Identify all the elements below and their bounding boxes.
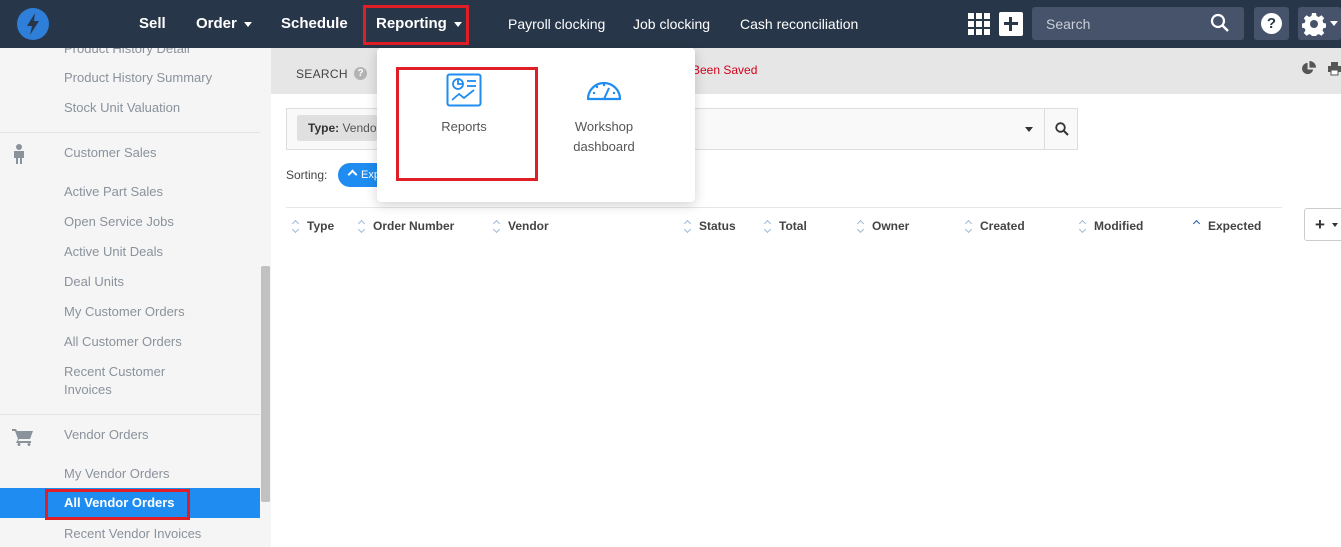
plus-icon: +: [1315, 215, 1325, 234]
filter-chip-type[interactable]: Type: Vendor: [297, 115, 377, 141]
column-header-owner[interactable]: Owner: [872, 219, 909, 233]
reporting-highlight-box: [363, 5, 469, 45]
nav-sell[interactable]: Sell: [139, 0, 166, 48]
top-navigation-bar: Sell Order Schedule Reporting Payroll cl…: [0, 0, 1341, 48]
sidebar-divider: [0, 132, 260, 133]
global-search: [1032, 7, 1244, 40]
filter-search-button[interactable]: [1044, 109, 1078, 149]
menu-item-label: dashboard: [573, 139, 635, 154]
sidebar-item-product-history-summary[interactable]: Product History Summary: [64, 70, 212, 85]
column-header-type[interactable]: Type: [307, 219, 334, 233]
sidebar-divider: [0, 414, 260, 415]
reports-highlight-box: [396, 67, 538, 181]
chevron-down-icon: [1330, 21, 1338, 26]
sidebar-item-recent-customer-invoices[interactable]: Recent Customer: [64, 364, 165, 379]
help-icon: ?: [1261, 13, 1282, 34]
app-logo-icon[interactable]: [17, 8, 49, 40]
sort-arrows-icon: [964, 218, 974, 234]
chevron-down-icon: [1332, 223, 1338, 227]
search-icon: [1055, 122, 1069, 136]
sidebar-item-recent-vendor-invoices[interactable]: Recent Vendor Invoices: [64, 526, 201, 541]
sidebar-item-deal-units[interactable]: Deal Units: [64, 274, 124, 289]
sort-ascending-icon: [1192, 218, 1202, 234]
sidebar-item-active-unit-deals[interactable]: Active Unit Deals: [64, 244, 163, 259]
chevron-down-icon: [243, 21, 252, 27]
cart-icon: [12, 429, 33, 446]
column-header-created[interactable]: Created: [980, 219, 1025, 233]
sort-arrows-icon: [291, 218, 301, 234]
add-column-button[interactable]: +: [1304, 208, 1341, 241]
column-header-expected[interactable]: Expected: [1208, 219, 1261, 233]
menu-item-workshop-dashboard[interactable]: Workshop dashboard: [539, 73, 669, 157]
sidebar-section-customer-sales[interactable]: Customer Sales: [64, 145, 156, 160]
sidebar: Product History Detail Product History S…: [0, 48, 271, 547]
pie-chart-icon[interactable]: [1301, 61, 1316, 76]
sidebar-item-recent-customer-invoices-line2[interactable]: Invoices: [64, 382, 112, 397]
search-label: SEARCH: [296, 67, 348, 81]
person-icon: [14, 144, 24, 164]
sidebar-item-active-part-sales[interactable]: Active Part Sales: [64, 184, 163, 199]
column-header-order-number[interactable]: Order Number: [373, 219, 454, 233]
sort-arrows-icon: [683, 218, 693, 234]
sidebar-item-my-vendor-orders[interactable]: My Vendor Orders: [64, 466, 170, 481]
sorting-label: Sorting:: [286, 168, 328, 182]
gear-icon: [1302, 13, 1326, 36]
add-icon[interactable]: [999, 12, 1023, 36]
dashboard-gauge-icon: [586, 81, 622, 101]
help-button[interactable]: ?: [1254, 7, 1289, 40]
sidebar-item-all-customer-orders[interactable]: All Customer Orders: [64, 334, 182, 349]
sort-arrows-icon: [856, 218, 866, 234]
column-header-vendor[interactable]: Vendor: [508, 219, 549, 233]
sort-arrows-icon: [357, 218, 367, 234]
column-header-modified[interactable]: Modified: [1094, 219, 1143, 233]
nav-cash-reconciliation[interactable]: Cash reconciliation: [740, 0, 858, 48]
sort-arrows-icon: [1078, 218, 1088, 234]
help-icon[interactable]: ?: [354, 67, 367, 80]
sidebar-item-my-customer-orders[interactable]: My Customer Orders: [64, 304, 185, 319]
menu-item-label: Workshop: [574, 119, 634, 134]
sidebar-item-product-history-detail[interactable]: Product History Detail: [64, 48, 190, 56]
search-icon[interactable]: [1210, 13, 1230, 33]
nav-payroll-clocking[interactable]: Payroll clocking: [508, 0, 605, 48]
sort-arrows-icon: [763, 218, 773, 234]
table-header-divider: [286, 207, 1282, 208]
settings-button[interactable]: [1298, 7, 1341, 40]
chevron-down-icon[interactable]: [1025, 127, 1033, 132]
sort-arrows-icon: [492, 218, 502, 234]
sidebar-scrollbar-thumb[interactable]: [261, 266, 270, 502]
search-input[interactable]: [1032, 7, 1202, 40]
sidebar-item-open-service-jobs[interactable]: Open Service Jobs: [64, 214, 174, 229]
sidebar-section-vendor-orders[interactable]: Vendor Orders: [64, 427, 149, 442]
sidebar-item-stock-unit-valuation[interactable]: Stock Unit Valuation: [64, 100, 180, 115]
nav-job-clocking[interactable]: Job clocking: [633, 0, 710, 48]
print-icon[interactable]: [1328, 62, 1341, 76]
column-header-status[interactable]: Status: [699, 219, 736, 233]
all-vendor-orders-highlight-box: [45, 489, 190, 520]
column-header-total[interactable]: Total: [779, 219, 807, 233]
nav-order[interactable]: Order: [196, 0, 252, 48]
apps-grid-icon[interactable]: [968, 13, 990, 35]
saved-status-text: Been Saved: [692, 63, 758, 77]
nav-schedule[interactable]: Schedule: [281, 0, 348, 48]
